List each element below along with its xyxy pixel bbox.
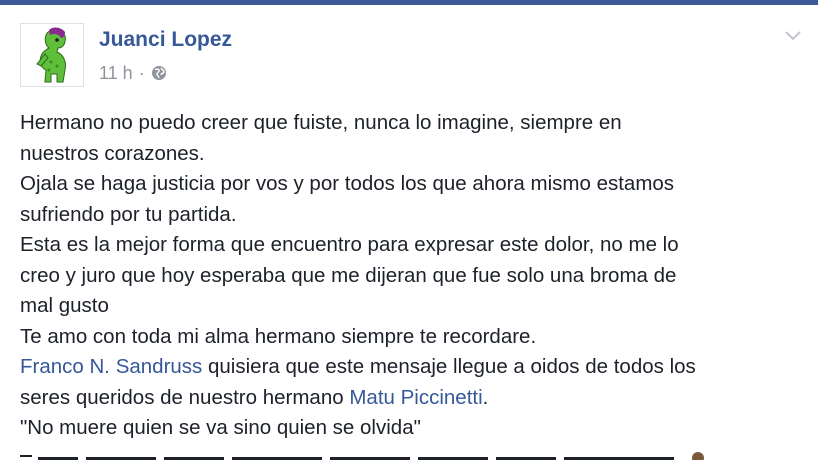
post-meta: 11 h · [99,62,167,84]
author-name[interactable]: Juanci Lopez [99,27,232,53]
globe-icon[interactable] [151,65,167,81]
post-line: creo y juro que hoy esperaba que me dije… [20,263,677,287]
mention-link[interactable]: Franco N. Sandruss [20,355,202,378]
post-line: seres queridos de nuestro hermano Matu P… [20,383,810,414]
post-line: Franco N. Sandruss quisiera que este men… [20,352,810,383]
post-line: Hermano no puedo creer que fuiste, nunca… [20,111,622,134]
post-line: sufriendo por tu partida. [20,202,237,226]
cropped-text-glyphs [20,452,704,460]
post-text-fragment: . [482,385,489,409]
post-line: Esta es la mejor forma que encuentro par… [20,233,679,256]
mention-link[interactable]: Matu Piccinetti [349,386,482,409]
post-line: Ojala se haga justicia por vos y por tod… [20,172,675,195]
post-text-fragment: quisiera que este mensaje llegue a oidos… [202,355,696,378]
meta-separator: · [138,63,145,83]
post-line: nuestros corazones. [20,141,205,165]
author-avatar[interactable] [20,23,84,87]
post-line: mal gusto [20,294,109,317]
cartoon-avatar-icon [21,24,83,86]
post-text-fragment: seres queridos de nuestro hermano [20,385,350,409]
post-text: Hermano no puedo creer que fuiste, nunca… [20,108,810,444]
post-line: "No muere quien se va sino quien se olvi… [20,416,421,439]
truncated-line [20,448,810,460]
post-timestamp[interactable]: 11 h [99,62,133,84]
post-line: Te amo con toda mi alma hermano siempre … [20,324,537,348]
chevron-down-icon[interactable] [784,30,802,42]
